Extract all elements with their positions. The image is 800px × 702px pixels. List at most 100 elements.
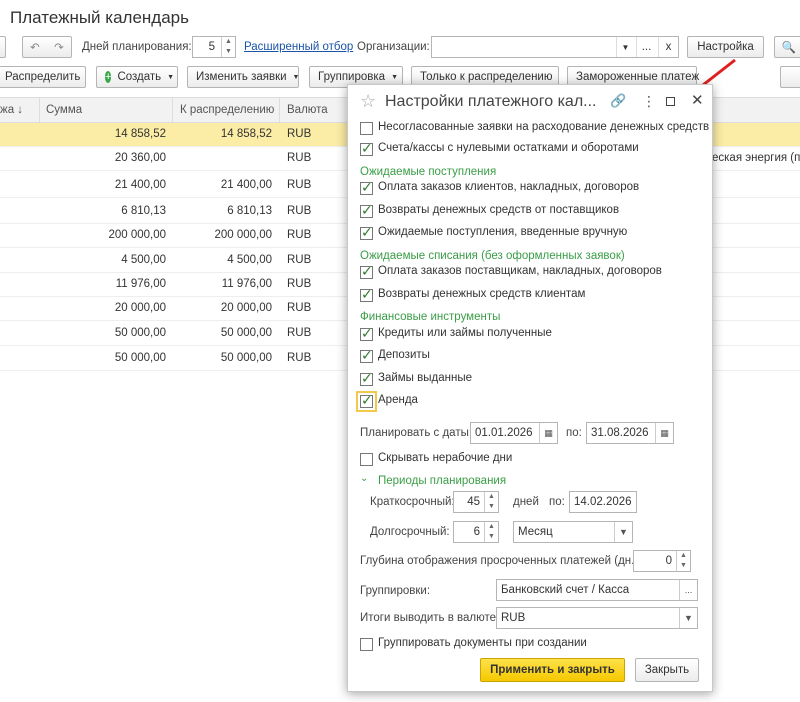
change-requests-label: Изменить заявки — [196, 71, 287, 83]
checkbox-hide-nonworking[interactable] — [360, 453, 373, 466]
extended-filter-link[interactable]: Расширенный отбор — [244, 41, 353, 53]
short-to-label: по: — [549, 496, 565, 508]
days-value: 5 — [208, 41, 215, 53]
calendar-icon[interactable]: ▦ — [655, 423, 673, 443]
long-unit-value: Месяц — [518, 526, 553, 538]
maximize-icon[interactable] — [666, 97, 675, 106]
label-unagreed: Несогласованные заявки на расходование д… — [378, 121, 710, 133]
chevron-down-icon: ▼ — [391, 73, 398, 81]
search-button[interactable]: 🔍 — [774, 36, 800, 58]
plus-circle-icon: + — [105, 71, 112, 83]
chevron-down-icon[interactable]: ⌄ — [360, 473, 368, 484]
overdue-spinner[interactable]: ▲ ▼ — [676, 551, 690, 571]
groupings-more-button[interactable]: ... — [679, 580, 697, 600]
label-hide-nonworking: Скрывать нерабочие дни — [378, 452, 513, 464]
close-icon[interactable]: ✕ — [691, 91, 704, 109]
checkbox-deposits[interactable] — [360, 347, 373, 364]
short-unit: дней — [513, 496, 539, 508]
overdue-label: Глубина отображения просроченных платеже… — [360, 555, 642, 567]
short-input[interactable]: 45 ▲ ▼ — [453, 491, 499, 513]
section-finance: Финансовые инструменты — [360, 311, 501, 323]
org-dropdown-icon[interactable]: ▼ — [616, 37, 634, 57]
totals-select[interactable]: RUB ▼ — [496, 607, 698, 629]
checkbox-manual-income[interactable] — [360, 224, 373, 241]
undo-arrow-icon[interactable]: ↶ — [30, 40, 40, 54]
overdue-input[interactable]: 0 ▲ ▼ — [633, 550, 691, 572]
long-label: Долгосрочный: — [370, 526, 450, 538]
periods-header[interactable]: Периоды планирования — [378, 475, 506, 487]
label-supplier-orders: Оплата заказов поставщикам, накладных, д… — [378, 265, 662, 277]
redo-arrow-icon[interactable]: ↷ — [54, 40, 64, 54]
chevron-down-icon[interactable]: ▼ — [679, 608, 697, 628]
short-value: 45 — [467, 496, 480, 508]
groupings-label: Группировки: — [360, 585, 431, 597]
apply-close-button[interactable]: Применить и закрыть — [480, 658, 625, 682]
label-loans-received: Кредиты или займы полученные — [378, 327, 552, 339]
more-button[interactable] — [780, 66, 800, 88]
checkbox-supplier-orders[interactable] — [360, 263, 373, 280]
checkbox-zero-accounts[interactable] — [360, 140, 373, 157]
dialog-title: Настройки платежного кал... — [385, 93, 597, 110]
short-to-date: 14.02.2026 — [569, 491, 637, 513]
sort-down-icon: ↓ — [17, 104, 24, 116]
link-icon[interactable]: 🔗 — [610, 93, 626, 109]
checkbox-rent[interactable] — [356, 391, 377, 412]
plan-to-label: по: — [566, 427, 582, 439]
plan-from-label: Планировать с даты: — [360, 427, 473, 439]
calendar-icon[interactable]: ▦ — [539, 423, 557, 443]
long-value: 6 — [473, 526, 480, 538]
settings-dialog: ☆ Настройки платежного кал... 🔗 ⋮ ✕ Несо… — [347, 84, 713, 692]
label-customer-orders: Оплата заказов клиентов, накладных, дого… — [378, 181, 640, 193]
magnifier-icon: 🔍 — [781, 42, 797, 54]
org-label: Организации: — [357, 41, 430, 53]
star-icon[interactable]: ☆ — [360, 91, 376, 112]
col-header-date[interactable]: жа ↓ — [0, 104, 23, 116]
label-rent: Аренда — [378, 394, 418, 406]
groupings-input[interactable]: Банковский счет / Касса ... — [496, 579, 698, 601]
toolbar-left-button[interactable] — [0, 36, 6, 58]
distribute-button[interactable]: Распределить — [0, 66, 86, 88]
org-input[interactable]: ▼ ... x — [431, 36, 679, 58]
checkbox-customer-returns[interactable] — [360, 286, 373, 303]
col-header-to-distribute[interactable]: К распределению — [180, 104, 274, 116]
grouping-label: Группировка — [318, 71, 386, 83]
section-expense: Ожидаемые списания (без оформленных заяв… — [360, 250, 625, 262]
checkbox-supplier-returns[interactable] — [360, 202, 373, 219]
more-menu-icon[interactable]: ⋮ — [642, 93, 656, 110]
short-spinner[interactable]: ▲ ▼ — [484, 492, 498, 512]
close-button[interactable]: Закрыть — [635, 658, 699, 682]
org-more-button[interactable]: ... — [636, 37, 656, 57]
col-header-sum[interactable]: Сумма — [46, 104, 82, 116]
checkbox-group-docs[interactable] — [360, 638, 373, 651]
checkbox-loans-issued[interactable] — [360, 370, 373, 387]
long-unit-select[interactable]: Месяц ▼ — [513, 521, 633, 543]
days-input[interactable]: 5 ▲ ▼ — [192, 36, 236, 58]
label-group-docs: Группировать документы при создании — [378, 637, 587, 649]
groupings-value: Банковский счет / Касса — [501, 584, 630, 596]
plan-from-date[interactable]: 01.01.2026 ▦ — [470, 422, 558, 444]
settings-button[interactable]: Настройка — [687, 36, 764, 58]
checkbox-customer-orders[interactable] — [360, 179, 373, 196]
page-title: Платежный календарь — [10, 8, 189, 27]
label-customer-returns: Возвраты денежных средств клиентам — [378, 288, 586, 300]
org-clear-button[interactable]: x — [658, 37, 678, 57]
label-manual-income: Ожидаемые поступления, введенные вручную — [378, 226, 628, 238]
days-label: Дней планирования: — [82, 41, 192, 53]
checkbox-unagreed[interactable] — [360, 122, 373, 135]
plan-to-date[interactable]: 31.08.2026 ▦ — [586, 422, 674, 444]
chevron-down-icon[interactable]: ▼ — [614, 522, 632, 542]
short-label: Краткосрочный: — [370, 496, 455, 508]
totals-value: RUB — [501, 612, 526, 624]
long-input[interactable]: 6 ▲ ▼ — [453, 521, 499, 543]
totals-label: Итоги выводить в валюте: — [360, 612, 500, 624]
long-spinner[interactable]: ▲ ▼ — [484, 522, 498, 542]
change-requests-button[interactable]: Изменить заявки ▼ — [187, 66, 299, 88]
days-spinner[interactable]: ▲ ▼ — [221, 37, 235, 57]
nav-arrows[interactable]: ↶ ↷ — [22, 36, 72, 58]
overdue-value: 0 — [665, 555, 672, 567]
section-income: Ожидаемые поступления — [360, 166, 497, 178]
checkbox-loans-received[interactable] — [360, 325, 373, 342]
label-loans-issued: Займы выданные — [378, 372, 472, 384]
col-header-currency[interactable]: Валюта — [287, 104, 328, 116]
create-button[interactable]: + Создать ▼ — [96, 66, 178, 88]
